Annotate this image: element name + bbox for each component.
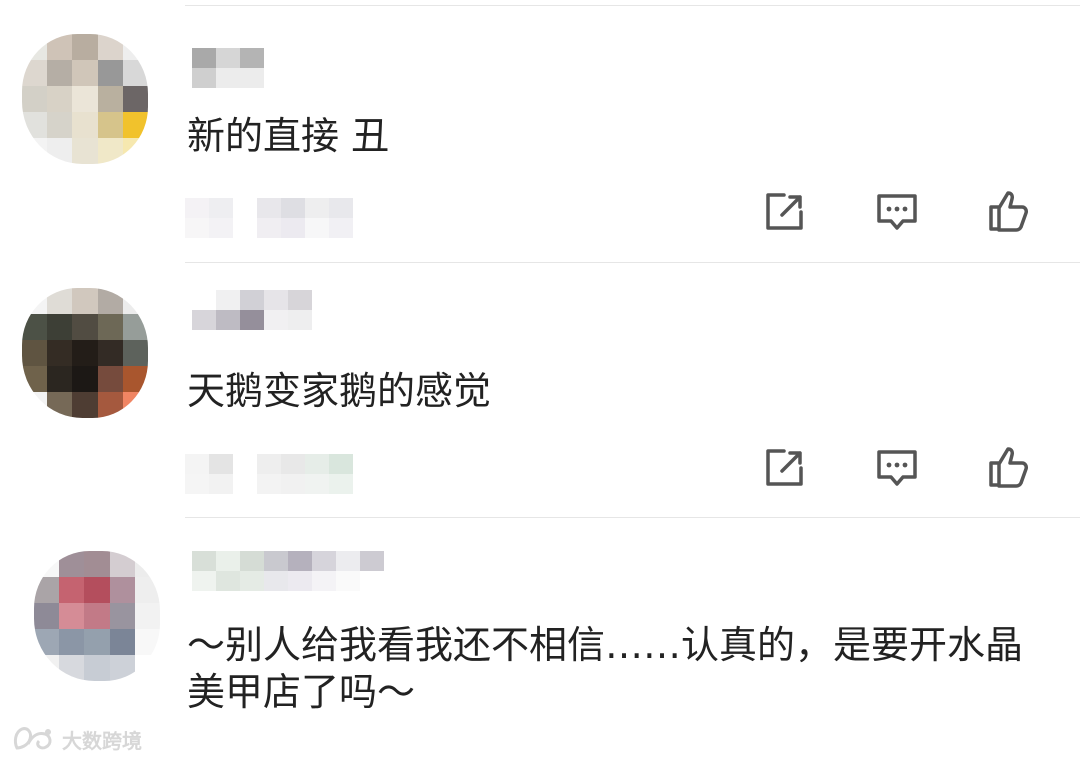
like-button[interactable] <box>985 187 1033 235</box>
share-button[interactable] <box>760 188 808 236</box>
reply-button[interactable] <box>873 444 921 492</box>
comment-icon <box>877 450 917 486</box>
share-button[interactable] <box>760 444 808 492</box>
watermark: 大数跨境 <box>12 724 142 754</box>
comment-meta <box>185 198 353 238</box>
comment-item: 天鹅变家鹅的感觉 <box>0 262 1080 517</box>
watermark-text: 大数跨境 <box>62 728 142 753</box>
username[interactable] <box>192 290 312 330</box>
avatar[interactable] <box>22 34 148 164</box>
username[interactable] <box>192 551 384 591</box>
comment-text: 天鹅变家鹅的感觉 <box>187 369 492 413</box>
share-icon <box>766 193 803 230</box>
thumbs-up-icon <box>989 191 1028 232</box>
comment-icon <box>877 194 917 230</box>
thumbs-up-icon <box>989 447 1028 488</box>
comment-item: 新的直接 丑 <box>0 0 1080 262</box>
username[interactable] <box>192 48 264 88</box>
comment-meta <box>185 454 353 494</box>
reply-button[interactable] <box>873 188 921 236</box>
share-icon <box>766 449 803 486</box>
comment-text: 新的直接 丑 <box>187 114 390 158</box>
like-button[interactable] <box>985 443 1033 491</box>
avatar[interactable] <box>22 288 148 418</box>
avatar[interactable] <box>34 551 160 681</box>
comment-list-screen: 新的直接 丑 天鹅变家鹅的感觉 ～别人给我看我还不相信……认真的，是要开水晶美甲… <box>0 0 1080 763</box>
watermark-logo-icon <box>13 727 52 750</box>
comment-text: ～别人给我看我还不相信……认真的，是要开水晶美甲店了吗～ <box>187 623 1024 714</box>
comment-item: ～别人给我看我还不相信……认真的，是要开水晶美甲店了吗～ <box>0 517 1080 763</box>
